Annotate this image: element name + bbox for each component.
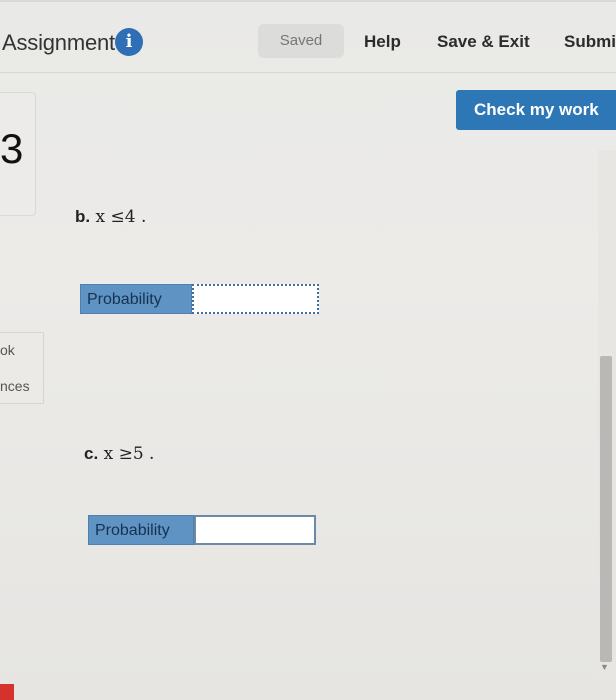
submit-link[interactable]: Submit (564, 32, 616, 52)
top-border (0, 0, 616, 2)
references-link[interactable]: nces (0, 378, 30, 394)
header-divider (0, 72, 616, 73)
part-c-answer-row: Probability (88, 515, 316, 545)
assignment-header: Assignment i Saved Help Save & Exit Subm… (0, 14, 616, 70)
corner-marker (0, 684, 14, 700)
part-c-prompt: c. x ≥5 . (84, 444, 154, 464)
part-b-letter: b. (75, 207, 91, 226)
check-my-work-button[interactable]: Check my work (456, 90, 616, 130)
part-b-expression: x ≤4 . (95, 207, 147, 227)
part-c-expression: x ≥5 . (103, 444, 155, 464)
part-c-probability-input[interactable] (194, 515, 316, 545)
saved-status: Saved (258, 24, 344, 58)
ebook-link[interactable]: ok (0, 342, 15, 358)
assignment-title: Assignment (2, 30, 115, 55)
part-b-probability-label: Probability (80, 284, 192, 314)
save-exit-link[interactable]: Save & Exit (437, 32, 530, 52)
part-c-probability-label: Probability (88, 515, 194, 545)
help-link[interactable]: Help (364, 32, 401, 52)
info-icon[interactable]: i (115, 28, 143, 56)
part-c-letter: c. (84, 444, 99, 463)
part-b-probability-input[interactable] (192, 284, 319, 314)
question-number: 3 (0, 125, 24, 172)
part-b-answer-row: Probability (80, 284, 319, 314)
scroll-down-icon[interactable]: ▼ (600, 662, 609, 672)
part-b-prompt: b. x ≤4 . (75, 207, 146, 227)
scrollbar-thumb[interactable] (600, 356, 612, 662)
